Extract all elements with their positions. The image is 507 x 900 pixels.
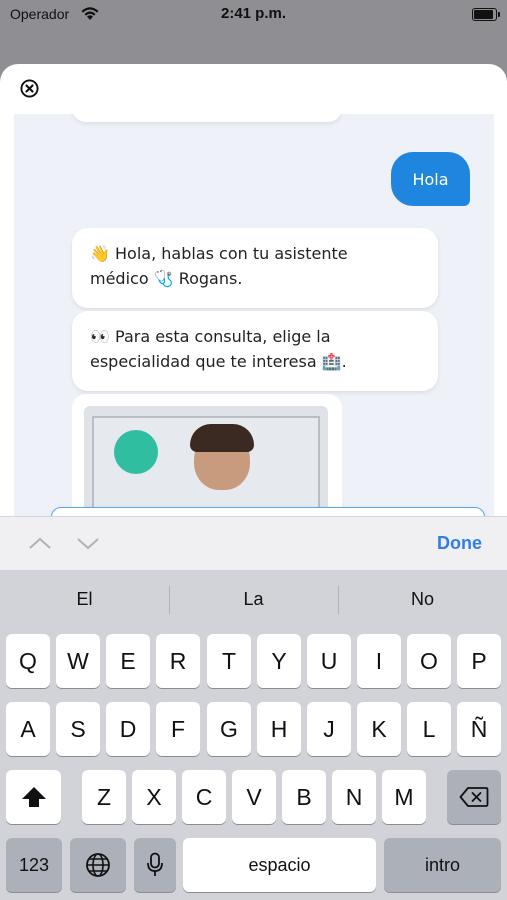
key[interactable]: V: [232, 770, 276, 824]
key[interactable]: G: [207, 702, 251, 756]
delete-key[interactable]: [447, 770, 501, 824]
suggestion-item[interactable]: La: [169, 570, 338, 628]
clock: 2:41 p.m.: [220, 5, 287, 22]
shift-key[interactable]: [6, 770, 61, 824]
key[interactable]: H: [257, 702, 301, 756]
key[interactable]: J: [307, 702, 351, 756]
key[interactable]: O: [407, 634, 451, 688]
key[interactable]: S: [56, 702, 100, 756]
suggestion-item[interactable]: El: [0, 570, 169, 628]
key[interactable]: T: [207, 634, 251, 688]
key[interactable]: D: [106, 702, 150, 756]
shift-icon: [21, 787, 46, 807]
previous-message-bubble: [72, 114, 342, 122]
key[interactable]: Q: [6, 634, 50, 688]
bot-message-line: 👀 Para esta consulta, elige la: [90, 327, 331, 346]
chevron-up-icon[interactable]: [28, 535, 52, 551]
key[interactable]: X: [132, 770, 176, 824]
microphone-icon: [147, 852, 163, 876]
key[interactable]: F: [156, 702, 200, 756]
chevron-down-icon[interactable]: [76, 535, 100, 551]
return-key[interactable]: intro: [384, 838, 501, 892]
key[interactable]: E: [106, 634, 150, 688]
bot-message-bubble: 👀 Para esta consulta, elige la especiali…: [72, 311, 438, 391]
suggestion-bar: El La No: [0, 570, 507, 628]
close-icon[interactable]: [20, 79, 39, 98]
key[interactable]: U: [307, 634, 351, 688]
key[interactable]: N: [332, 770, 376, 824]
chat-messages[interactable]: Hola 👋 Hola, hablas con tu asistente méd…: [14, 114, 494, 534]
key[interactable]: Z: [82, 770, 126, 824]
key[interactable]: C: [182, 770, 226, 824]
user-message-bubble: Hola: [391, 152, 470, 206]
brand-logo: [114, 430, 158, 474]
microphone-key[interactable]: [134, 838, 176, 892]
globe-key[interactable]: [70, 838, 126, 892]
key[interactable]: P: [457, 634, 501, 688]
suggestion-item[interactable]: No: [338, 570, 507, 628]
numbers-key[interactable]: 123: [6, 838, 62, 892]
key[interactable]: Y: [257, 634, 301, 688]
key[interactable]: A: [6, 702, 50, 756]
keyboard-accessory-bar: Done: [0, 516, 507, 570]
battery-icon: [472, 8, 500, 21]
key[interactable]: R: [156, 634, 200, 688]
key[interactable]: M: [382, 770, 426, 824]
status-bar: Operador 2:41 p.m.: [0, 0, 507, 30]
key[interactable]: W: [56, 634, 100, 688]
key[interactable]: Ñ: [457, 702, 501, 756]
keyboard: El La No Q W E R T Y U I O P A S D F G H…: [0, 570, 507, 900]
space-key[interactable]: espacio: [183, 838, 376, 892]
bot-message-line: 👋 Hola, hablas con tu asistente: [90, 244, 348, 263]
key[interactable]: K: [357, 702, 401, 756]
key[interactable]: L: [407, 702, 451, 756]
key[interactable]: I: [357, 634, 401, 688]
delete-icon: [459, 787, 489, 807]
done-button[interactable]: Done: [437, 533, 482, 554]
bot-message-bubble: 👋 Hola, hablas con tu asistente médico 🩺…: [72, 228, 438, 308]
bot-message-line: especialidad que te interesa 🏥.: [90, 352, 347, 371]
globe-icon: [86, 853, 110, 877]
key[interactable]: B: [282, 770, 326, 824]
user-message-text: Hola: [412, 169, 449, 189]
bot-message-line: médico 🩺 Rogans.: [90, 269, 243, 288]
